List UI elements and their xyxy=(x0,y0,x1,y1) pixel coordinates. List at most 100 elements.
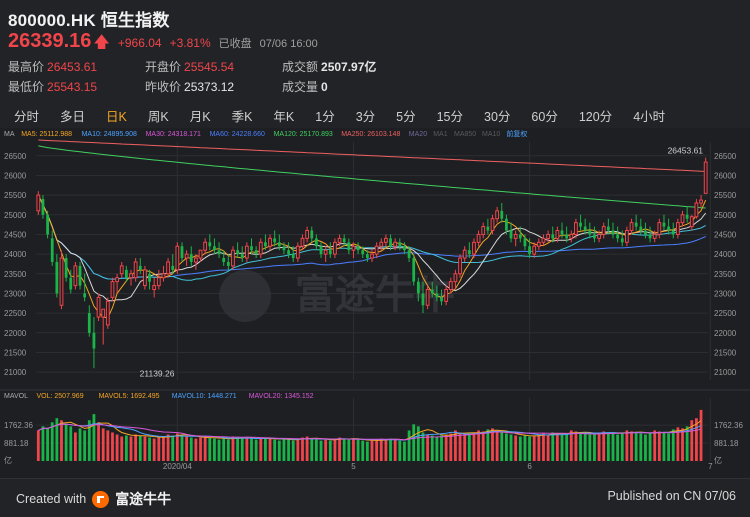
y-tick-right-label: 25500 xyxy=(714,191,737,200)
tab-12[interactable]: 60分 xyxy=(517,104,564,126)
tab-2[interactable]: 日K xyxy=(92,104,134,126)
candle-body xyxy=(569,233,574,239)
candle-body xyxy=(244,245,249,259)
candle-body xyxy=(532,245,537,255)
ma-legend-item: MA250: 26103.148 xyxy=(341,131,400,138)
tab-1[interactable]: 多日 xyxy=(46,104,92,126)
price-panel-bg xyxy=(0,128,750,390)
candle-body xyxy=(370,253,374,259)
candle-body xyxy=(310,230,314,239)
candle-body xyxy=(124,269,128,278)
volume-bar xyxy=(342,438,346,461)
candle-body xyxy=(138,265,142,270)
candle-body xyxy=(347,242,351,251)
volume-bar xyxy=(217,439,221,461)
tab-4[interactable]: 月K xyxy=(176,104,218,126)
ma-legend-item: MA120: 25170.893 xyxy=(274,131,333,138)
tab-5[interactable]: 季K xyxy=(218,104,260,126)
volume-unit-right: 亿 xyxy=(714,455,722,465)
kline-chart: 21000 21000 21500 21500 22000 22000 22500 22500… xyxy=(0,128,750,478)
volume-bar xyxy=(412,424,416,461)
tab-11[interactable]: 30分 xyxy=(470,104,517,126)
volume-bar xyxy=(537,434,541,461)
volume-bar xyxy=(463,434,467,461)
volume-bar xyxy=(574,431,578,461)
tab-14[interactable]: 4小时 xyxy=(619,104,672,126)
candle-body xyxy=(597,233,601,239)
ma-legend-item: MA60: 24228.660 xyxy=(210,131,265,138)
volume-bar xyxy=(644,434,647,461)
volume-bar xyxy=(143,436,147,461)
tab-8[interactable]: 3分 xyxy=(342,104,382,126)
stat-volume: 成交量 0 xyxy=(282,80,328,94)
candle-body xyxy=(101,308,106,318)
tab-0[interactable]: 分时 xyxy=(0,104,46,126)
volume-bar xyxy=(639,433,643,461)
candle-body xyxy=(703,161,708,194)
volume-bar xyxy=(361,440,365,461)
volume-tick-left-label: 1762.36 xyxy=(4,421,33,430)
volume-bar xyxy=(305,436,309,461)
vol-legend-item: MAVOL xyxy=(4,393,28,400)
volume-bar xyxy=(472,432,476,461)
market-status: 已收盘 xyxy=(218,38,252,50)
volume-bar xyxy=(648,433,652,461)
candle-body xyxy=(175,245,180,271)
candle-body xyxy=(64,258,68,278)
candle-body xyxy=(50,238,54,262)
candle-body xyxy=(323,249,328,255)
volume-bar xyxy=(319,440,323,461)
volume-bar xyxy=(226,439,230,461)
candle-body xyxy=(416,281,420,294)
volume-bar xyxy=(282,438,286,461)
candle-body xyxy=(458,257,462,275)
candle-body xyxy=(180,246,184,259)
candle-body xyxy=(560,230,564,235)
y-tick-right-label: 23500 xyxy=(714,270,737,279)
candle-body xyxy=(440,297,443,302)
candle-body xyxy=(213,246,216,251)
candle-body xyxy=(166,261,170,275)
y-tick-left-label: 25500 xyxy=(4,191,27,200)
candle-body xyxy=(675,222,680,235)
candle-body xyxy=(73,265,78,287)
x-tick-label: 2020/04 xyxy=(163,462,192,471)
brand-name: 富途牛牛 xyxy=(115,491,172,507)
volume-bar xyxy=(236,437,239,461)
candle-body xyxy=(250,246,253,251)
candle-body xyxy=(583,226,587,231)
volume-bar xyxy=(314,439,318,461)
y-tick-left-label: 21000 xyxy=(4,368,27,377)
volume-bar xyxy=(393,439,397,461)
volume-bar xyxy=(287,439,290,461)
candle-body xyxy=(467,250,471,255)
candle-body xyxy=(536,241,541,247)
candle-body xyxy=(448,281,453,291)
tab-10[interactable]: 15分 xyxy=(423,104,470,126)
candle-body xyxy=(156,277,161,287)
tab-6[interactable]: 年K xyxy=(259,104,301,126)
candle-body xyxy=(295,245,300,259)
volume-bar xyxy=(296,438,300,461)
y-tick-right-label: 26000 xyxy=(714,171,737,180)
volume-bar xyxy=(50,422,54,461)
tab-3[interactable]: 周K xyxy=(134,104,176,126)
volume-bar xyxy=(171,435,175,461)
y-tick-right-label: 23000 xyxy=(714,289,737,298)
tab-13[interactable]: 120分 xyxy=(565,104,619,126)
candle-body xyxy=(258,241,263,255)
tab-7[interactable]: 1分 xyxy=(301,104,341,126)
ma-legend-item: 前复权 xyxy=(506,129,527,138)
volume-bar xyxy=(370,440,374,461)
candle-body xyxy=(588,230,592,235)
tab-9[interactable]: 5分 xyxy=(382,104,422,126)
volume-bar xyxy=(653,430,657,461)
y-tick-left-label: 23500 xyxy=(4,270,27,279)
volume-bar xyxy=(630,431,633,461)
candle-body xyxy=(421,293,425,306)
volume-bar xyxy=(120,436,124,461)
volume-bar xyxy=(264,437,267,461)
y-tick-right-label: 21000 xyxy=(714,368,737,377)
volume-bar xyxy=(148,437,151,461)
candle-body xyxy=(379,241,384,247)
